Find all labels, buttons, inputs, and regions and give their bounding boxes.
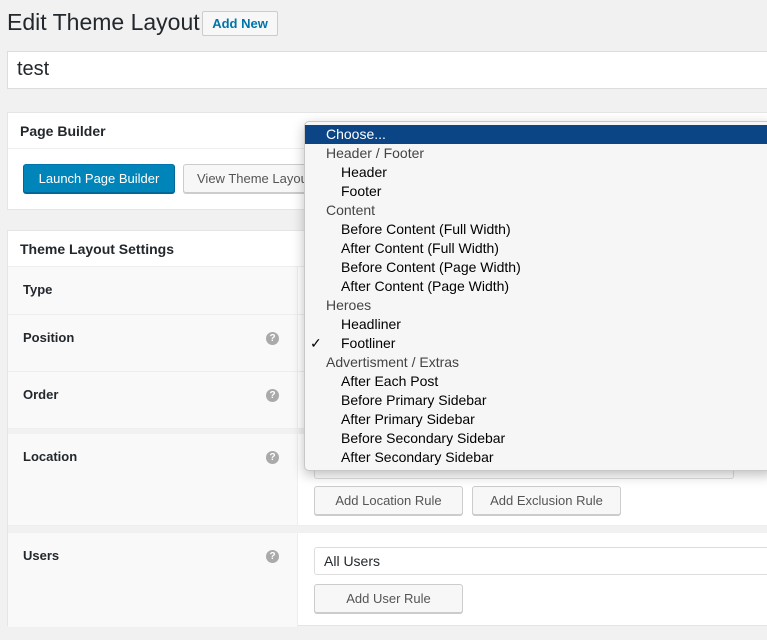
dropdown-group-label: Heroes	[305, 296, 767, 315]
launch-page-builder-button[interactable]: Launch Page Builder	[23, 164, 175, 193]
location-label: Location	[8, 434, 298, 525]
add-location-rule-button[interactable]: Add Location Rule	[314, 486, 463, 515]
dropdown-group-label: Content	[305, 201, 767, 220]
dropdown-option[interactable]: Before Primary Sidebar	[305, 391, 767, 410]
option-label: Footliner	[341, 335, 396, 351]
help-icon[interactable]: ?	[266, 332, 279, 345]
dropdown-option[interactable]: Before Content (Full Width)	[305, 220, 767, 239]
option-label: Content	[326, 202, 376, 218]
position-label: Position	[8, 315, 298, 371]
option-label: Advertisment / Extras	[326, 354, 460, 370]
option-label: Footer	[341, 183, 382, 199]
title-input[interactable]: test	[7, 51, 767, 89]
dropdown-option[interactable]: Before Secondary Sidebar	[305, 429, 767, 448]
divider	[8, 526, 767, 533]
option-label: Before Content (Full Width)	[341, 221, 511, 237]
dropdown-option[interactable]: After Each Post	[305, 372, 767, 391]
dropdown-option[interactable]: After Primary Sidebar	[305, 410, 767, 429]
option-label: After Primary Sidebar	[341, 411, 475, 427]
option-label: After Content (Full Width)	[341, 240, 499, 256]
option-label: After Each Post	[341, 373, 439, 389]
dropdown-option[interactable]: Header	[305, 163, 767, 182]
dropdown-option[interactable]: Choose...	[305, 125, 767, 144]
dropdown-option[interactable]: Footer	[305, 182, 767, 201]
checkmark-icon: ✓	[310, 335, 322, 351]
dropdown-option[interactable]: After Secondary Sidebar	[305, 448, 767, 467]
dropdown-group-label: Advertisment / Extras	[305, 353, 767, 372]
help-icon[interactable]: ?	[266, 550, 279, 563]
option-label: Before Content (Page Width)	[341, 259, 521, 275]
option-label: Heroes	[326, 297, 372, 313]
type-label: Type	[8, 267, 298, 314]
dropdown-option[interactable]: After Content (Full Width)	[305, 239, 767, 258]
dropdown-option[interactable]: ✓ Footliner	[305, 334, 767, 353]
add-user-rule-button[interactable]: Add User Rule	[314, 584, 463, 613]
users-label: Users	[8, 533, 298, 627]
option-label: After Content (Page Width)	[341, 278, 510, 294]
dropdown-option[interactable]: After Content (Page Width)	[305, 277, 767, 296]
option-label: Header	[341, 164, 387, 180]
dropdown-option[interactable]: Before Content (Page Width)	[305, 258, 767, 277]
option-label: Headliner	[341, 316, 401, 332]
dropdown-option[interactable]: Headliner	[305, 315, 767, 334]
option-label: After Secondary Sidebar	[341, 449, 494, 465]
type-dropdown-menu[interactable]: Choose... Header / Footer Header Footer Cont…	[304, 121, 767, 471]
option-label: Header / Footer	[326, 145, 425, 161]
option-label: Before Primary Sidebar	[341, 392, 487, 408]
dropdown-group-label: Header / Footer	[305, 144, 767, 163]
add-new-button[interactable]: Add New	[202, 11, 278, 36]
page-title: Edit Theme Layout	[7, 9, 200, 35]
users-select[interactable]: All Users	[314, 547, 767, 575]
users-row: Users ? All Users Add User Rule	[8, 533, 767, 627]
help-icon[interactable]: ?	[266, 451, 279, 464]
order-label: Order	[8, 372, 298, 428]
option-label: Before Secondary Sidebar	[341, 430, 506, 446]
add-exclusion-rule-button[interactable]: Add Exclusion Rule	[472, 486, 621, 515]
help-icon[interactable]: ?	[266, 389, 279, 402]
option-label: Choose...	[326, 126, 386, 142]
